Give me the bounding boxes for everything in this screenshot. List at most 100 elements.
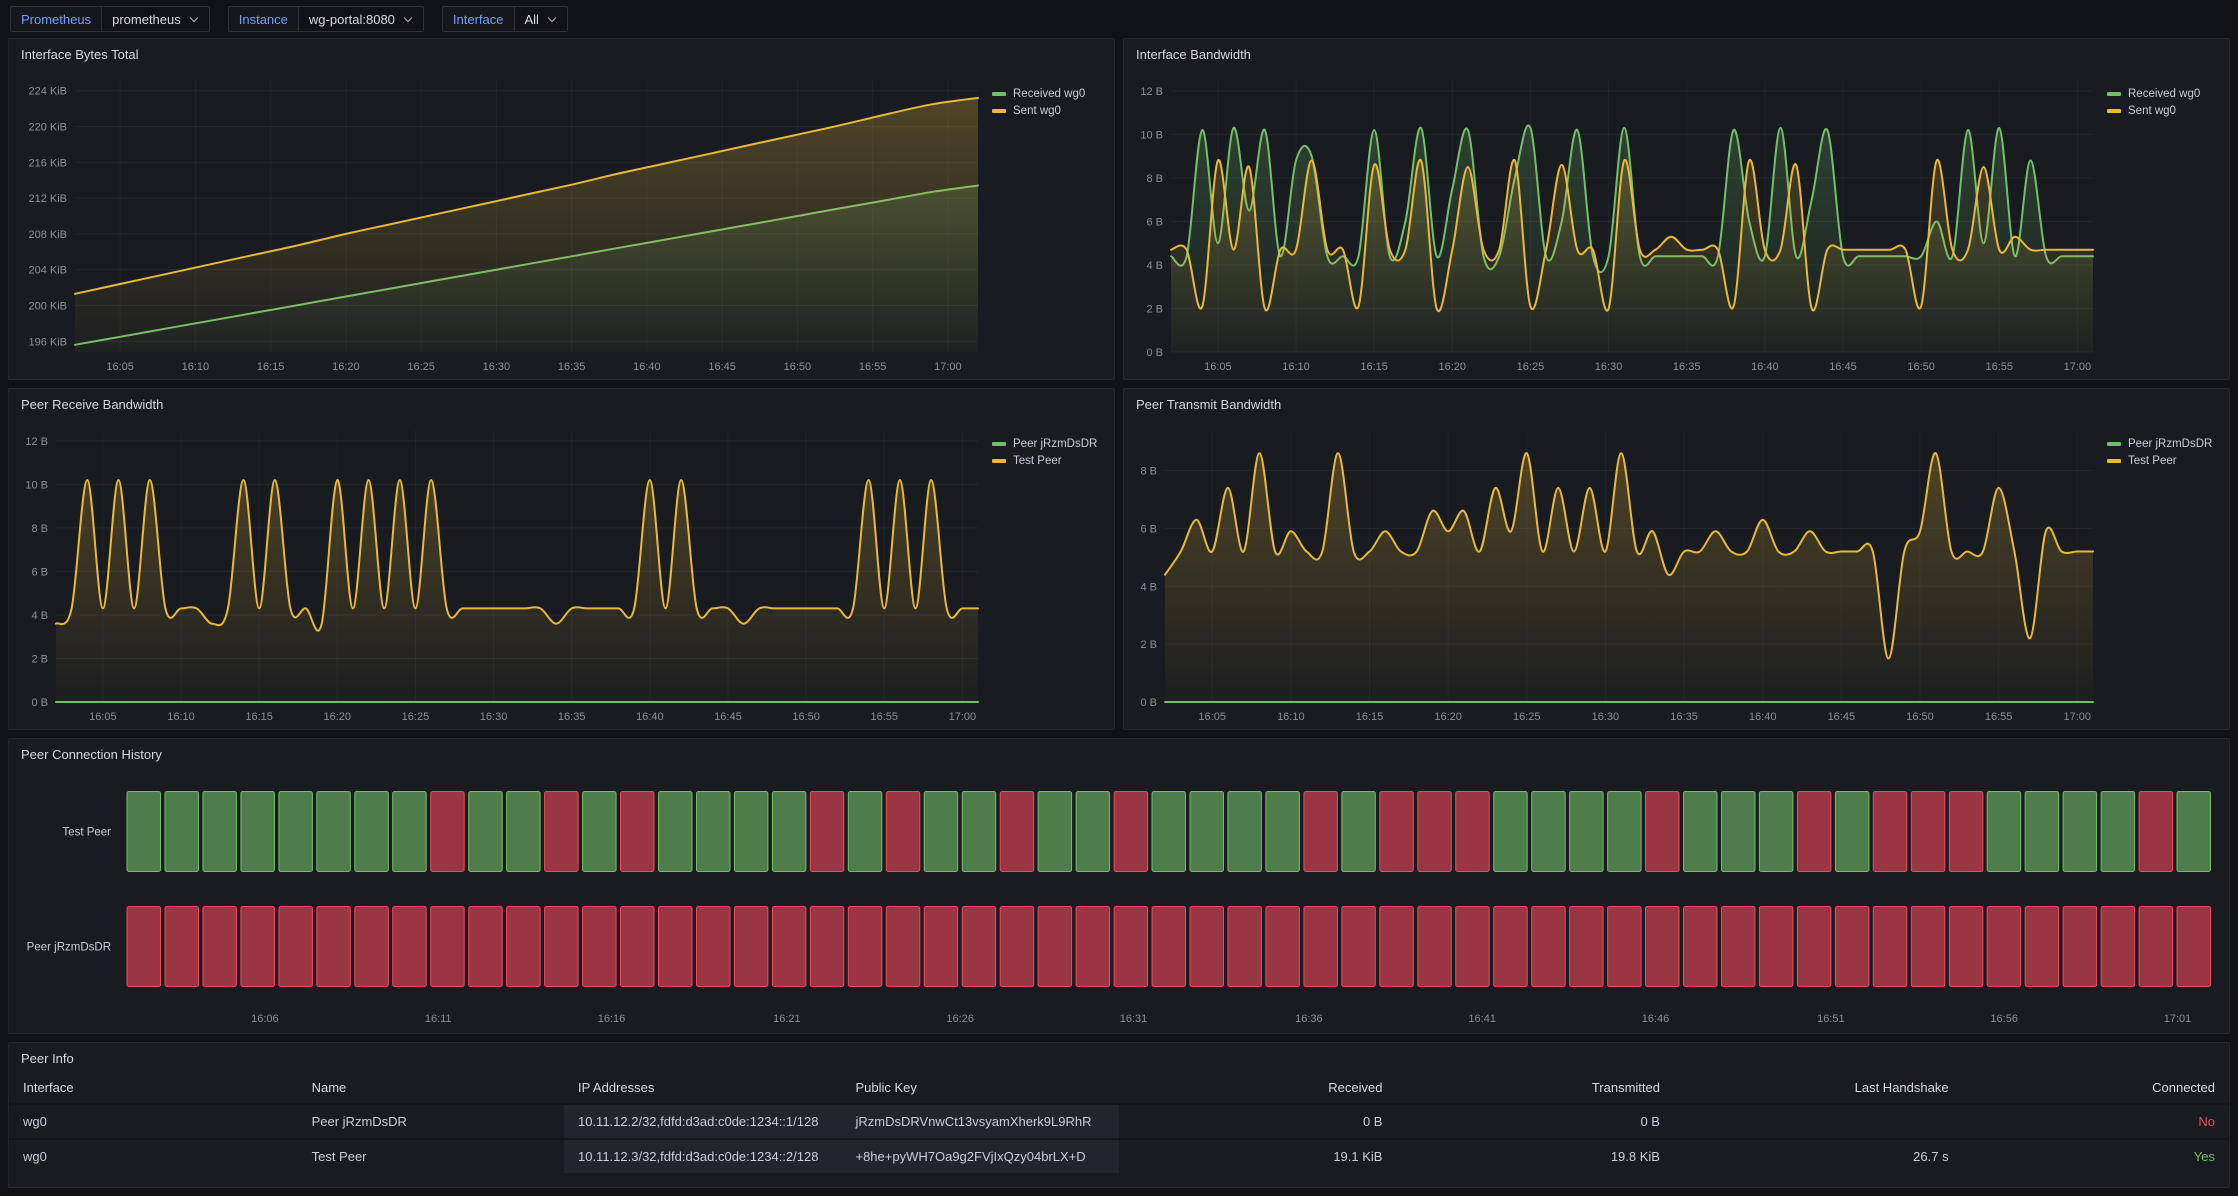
state-segment[interactable] <box>1228 907 1262 987</box>
state-segment[interactable] <box>734 792 768 872</box>
state-segment[interactable] <box>1228 792 1262 872</box>
state-segment[interactable] <box>848 792 882 872</box>
legend-item-peer-jrzmdsdr[interactable]: Peer jRzmDsDR <box>2107 438 2219 450</box>
state-segment[interactable] <box>1722 907 1756 987</box>
state-segment[interactable] <box>583 792 617 872</box>
state-segment[interactable] <box>1646 907 1680 987</box>
state-segment[interactable] <box>203 907 237 987</box>
state-segment[interactable] <box>2063 792 2097 872</box>
state-segment[interactable] <box>1000 907 1033 987</box>
instance-dropdown[interactable]: wg-portal:8080 <box>298 6 424 32</box>
state-segment[interactable] <box>772 907 806 987</box>
state-segment[interactable] <box>1418 907 1452 987</box>
column-header-connected[interactable]: Connected <box>1963 1072 2229 1104</box>
state-segment[interactable] <box>2101 792 2135 872</box>
state-segment[interactable] <box>962 792 996 872</box>
state-segment[interactable] <box>1342 907 1376 987</box>
state-segment[interactable] <box>810 792 844 872</box>
state-segment[interactable] <box>317 792 351 872</box>
state-segment[interactable] <box>1570 907 1604 987</box>
state-segment[interactable] <box>924 792 958 872</box>
state-segment[interactable] <box>1532 792 1566 872</box>
state-segment[interactable] <box>393 792 427 872</box>
state-segment[interactable] <box>507 907 540 987</box>
column-header-last-handshake[interactable]: Last Handshake <box>1674 1072 1963 1104</box>
state-segment[interactable] <box>1570 792 1604 872</box>
state-segment[interactable] <box>1835 792 1869 872</box>
state-segment[interactable] <box>1797 907 1831 987</box>
state-segment[interactable] <box>2139 907 2173 987</box>
state-segment[interactable] <box>1759 792 1793 872</box>
state-segment[interactable] <box>1456 907 1490 987</box>
state-segment[interactable] <box>1646 792 1680 872</box>
state-segment[interactable] <box>1722 792 1756 872</box>
state-segment[interactable] <box>431 792 465 872</box>
interface-bandwidth-plot[interactable]: 0 B2 B4 B6 B8 B10 B12 B16:0516:1016:1516… <box>1132 68 2099 376</box>
state-segment[interactable] <box>2139 792 2173 872</box>
column-header-ip-addresses[interactable]: IP Addresses <box>564 1072 842 1104</box>
state-segment[interactable] <box>279 792 313 872</box>
state-segment[interactable] <box>1114 792 1148 872</box>
state-segment[interactable] <box>583 907 617 987</box>
state-segment[interactable] <box>924 907 958 987</box>
state-segment[interactable] <box>1266 792 1300 872</box>
state-segment[interactable] <box>1304 792 1338 872</box>
column-header-name[interactable]: Name <box>298 1072 564 1104</box>
column-header-received[interactable]: Received <box>1119 1072 1397 1104</box>
state-segment[interactable] <box>1342 792 1376 872</box>
state-segment[interactable] <box>165 792 199 872</box>
state-segment[interactable] <box>1873 792 1907 872</box>
state-segment[interactable] <box>1190 792 1224 872</box>
state-segment[interactable] <box>1114 907 1148 987</box>
state-segment[interactable] <box>1494 792 1528 872</box>
state-segment[interactable] <box>1418 792 1452 872</box>
state-segment[interactable] <box>469 907 503 987</box>
state-segment[interactable] <box>886 907 920 987</box>
state-segment[interactable] <box>241 792 275 872</box>
state-segment[interactable] <box>1152 907 1186 987</box>
state-segment[interactable] <box>1076 792 1110 872</box>
state-segment[interactable] <box>1076 907 1110 987</box>
legend-item-received-wg0[interactable]: Received wg0 <box>992 88 1104 100</box>
state-segment[interactable] <box>1684 792 1718 872</box>
state-segment[interactable] <box>507 792 540 872</box>
state-segment[interactable] <box>2025 792 2059 872</box>
state-segment[interactable] <box>2177 907 2211 987</box>
legend-item-received-wg0[interactable]: Received wg0 <box>2107 88 2219 100</box>
state-segment[interactable] <box>2025 907 2059 987</box>
state-segment[interactable] <box>621 792 655 872</box>
state-segment[interactable] <box>1380 792 1414 872</box>
state-segment[interactable] <box>772 792 806 872</box>
state-segment[interactable] <box>165 907 199 987</box>
state-segment[interactable] <box>621 907 655 987</box>
state-segment[interactable] <box>1987 907 2021 987</box>
state-segment[interactable] <box>1684 907 1718 987</box>
state-segment[interactable] <box>1987 792 2021 872</box>
state-segment[interactable] <box>393 907 427 987</box>
state-segment[interactable] <box>1038 907 1072 987</box>
legend-item-test-peer[interactable]: Test Peer <box>992 455 1104 467</box>
column-header-transmitted[interactable]: Transmitted <box>1396 1072 1674 1104</box>
state-segment[interactable] <box>886 792 920 872</box>
state-segment[interactable] <box>1000 792 1033 872</box>
legend-item-test-peer[interactable]: Test Peer <box>2107 455 2219 467</box>
state-segment[interactable] <box>279 907 313 987</box>
state-segment[interactable] <box>127 792 161 872</box>
state-segment[interactable] <box>1608 907 1642 987</box>
state-segment[interactable] <box>1456 792 1490 872</box>
state-segment[interactable] <box>1797 792 1831 872</box>
legend-item-peer-jrzmdsdr[interactable]: Peer jRzmDsDR <box>992 438 1104 450</box>
state-segment[interactable] <box>810 907 844 987</box>
state-segment[interactable] <box>962 907 996 987</box>
state-segment[interactable] <box>545 907 579 987</box>
state-segment[interactable] <box>469 792 503 872</box>
state-segment[interactable] <box>1494 907 1528 987</box>
state-segment[interactable] <box>1380 907 1414 987</box>
state-segment[interactable] <box>1911 907 1945 987</box>
peer-connection-history-plot[interactable]: Test PeerPeer jRzmDsDR16:0616:1116:1616:… <box>17 768 2221 1030</box>
state-segment[interactable] <box>1038 792 1072 872</box>
state-segment[interactable] <box>697 907 731 987</box>
state-segment[interactable] <box>355 907 389 987</box>
state-segment[interactable] <box>2063 907 2097 987</box>
state-segment[interactable] <box>2177 792 2211 872</box>
